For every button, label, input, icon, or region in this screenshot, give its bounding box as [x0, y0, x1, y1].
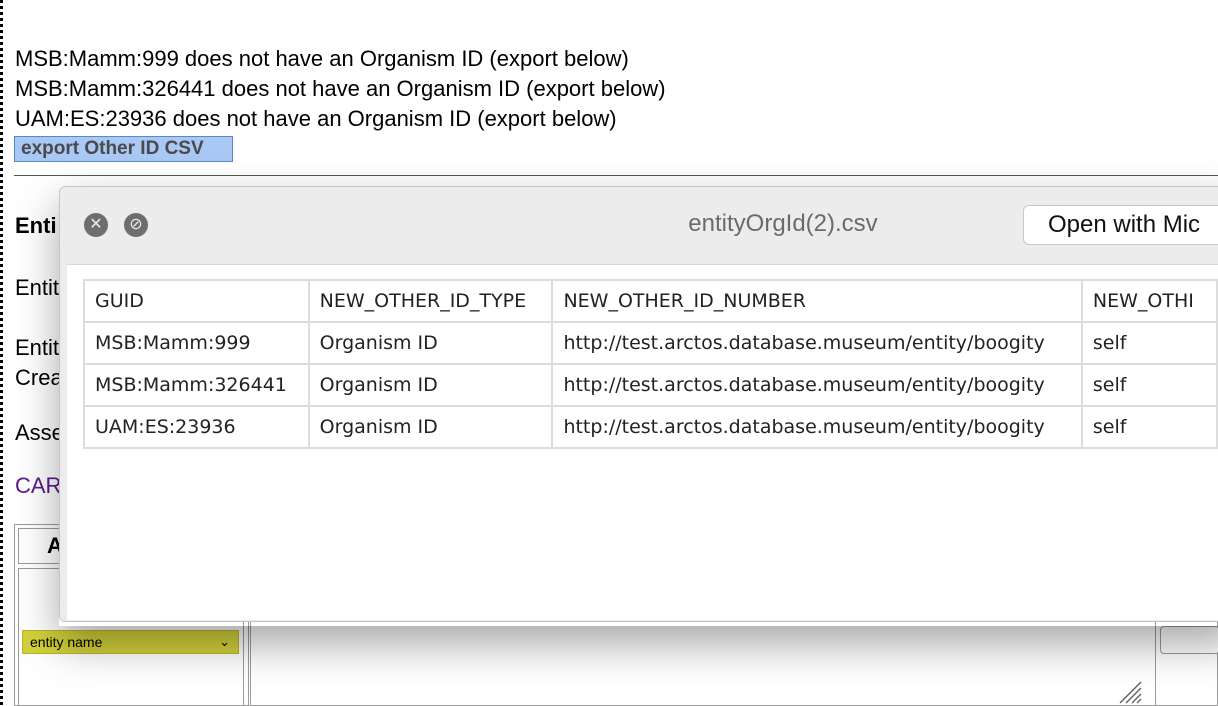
- divider: [14, 175, 1218, 176]
- search-field-select[interactable]: entity name ⌄: [22, 630, 239, 654]
- side-button[interactable]: [1160, 626, 1218, 654]
- table-cell: Organism ID: [307, 405, 554, 449]
- table-cell: Organism ID: [307, 363, 554, 407]
- entity-created-label: Entit: [15, 335, 60, 360]
- entity-label: Entit: [15, 275, 60, 300]
- table-cell: MSB:Mamm:326441: [83, 363, 310, 407]
- table-row: UAM:ES:23936 Organism ID http://test.arc…: [83, 405, 1218, 449]
- table-row: MSB:Mamm:326441 Organism ID http://test.…: [83, 363, 1218, 407]
- table-cell: self: [1080, 405, 1218, 449]
- table-cell: http://test.arctos.database.museum/entit…: [551, 321, 1083, 365]
- table-cell: MSB:Mamm:999: [83, 321, 310, 365]
- assertion-label: Asse: [15, 420, 64, 445]
- search-field-select-value: entity name: [30, 634, 103, 650]
- no-fullscreen-icon[interactable]: ⊘: [124, 213, 148, 237]
- column-header: NEW_OTHI: [1080, 279, 1218, 323]
- column-header: GUID: [83, 279, 310, 323]
- table-cell: http://test.arctos.database.museum/entit…: [551, 405, 1083, 449]
- table-header-row: GUID NEW_OTHER_ID_TYPE NEW_OTHER_ID_NUMB…: [83, 279, 1218, 323]
- chevron-down-icon: ⌄: [219, 634, 230, 649]
- missing-org-id-message: UAM:ES:23936 does not have an Organism I…: [15, 106, 617, 131]
- open-with-button[interactable]: Open with Mic: [1023, 205, 1218, 245]
- entity-created-label-line2: Crea: [15, 365, 63, 390]
- table-cell: http://test.arctos.database.museum/entit…: [551, 363, 1083, 407]
- table-cell: self: [1080, 321, 1218, 365]
- close-icon[interactable]: ✕: [84, 213, 108, 237]
- export-other-id-csv-button[interactable]: export Other ID CSV: [14, 136, 233, 162]
- missing-org-id-message: MSB:Mamm:999 does not have an Organism I…: [15, 46, 629, 71]
- resize-grip-icon[interactable]: [1116, 678, 1142, 704]
- car-link[interactable]: CAR: [15, 473, 61, 499]
- table-cell: Organism ID: [307, 321, 554, 365]
- table-cell: UAM:ES:23936: [83, 405, 310, 449]
- table-cell: self: [1080, 363, 1218, 407]
- csv-table: GUID NEW_OTHER_ID_TYPE NEW_OTHER_ID_NUMB…: [83, 279, 1218, 449]
- missing-org-id-message: MSB:Mamm:326441 does not have an Organis…: [15, 76, 666, 101]
- table-row: MSB:Mamm:999 Organism ID http://test.arc…: [83, 321, 1218, 365]
- page-left-border: [0, 0, 3, 706]
- column-header: NEW_OTHER_ID_NUMBER: [551, 279, 1083, 323]
- column-header: NEW_OTHER_ID_TYPE: [307, 279, 554, 323]
- quicklook-title: entityOrgId(2).csv: [688, 210, 878, 237]
- entity-section-title: Enti: [15, 213, 57, 238]
